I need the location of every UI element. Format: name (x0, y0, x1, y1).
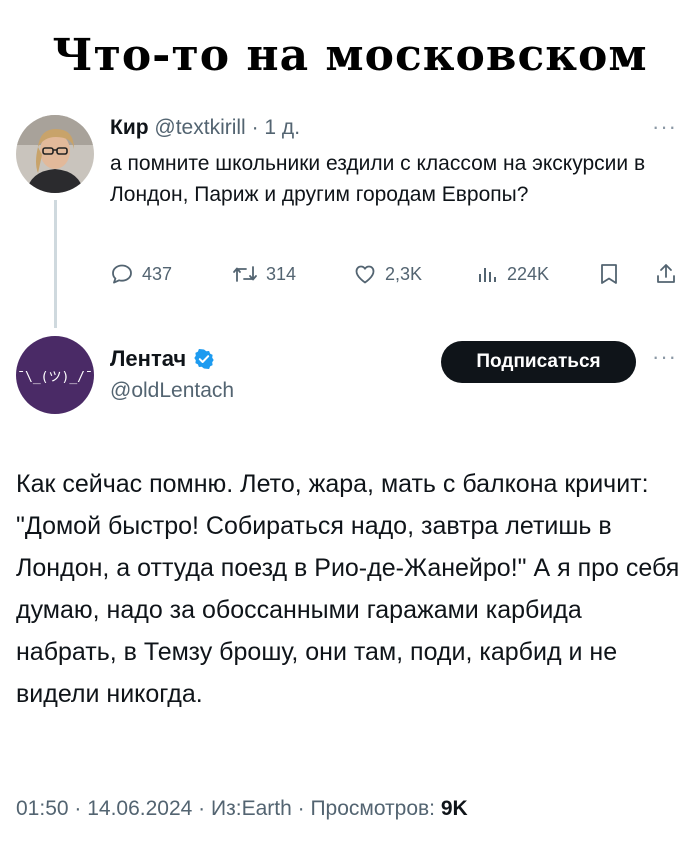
retweet-count: 314 (266, 263, 297, 284)
tweet2-handle[interactable]: @oldLentach (110, 379, 234, 403)
tweet2-date[interactable]: 14.06.2024 (87, 797, 192, 820)
bookmark-button[interactable] (598, 262, 620, 286)
tweet2-views-count: 9K (440, 797, 468, 820)
meta-separator: · (68, 797, 88, 820)
meta-separator: · (291, 797, 311, 820)
follow-button[interactable]: Подписаться (441, 341, 636, 383)
tweet1-handle[interactable]: @textkirill (154, 116, 245, 139)
avatar-photo (16, 115, 94, 193)
tweet1-author-name[interactable]: Кир (110, 116, 149, 139)
tweet2-meta: 01:50 · 14.06.2024 · Из:Earth · Просмотр… (16, 797, 468, 821)
reply-icon (112, 264, 132, 284)
avatar-kir[interactable] (16, 115, 94, 193)
tweet1-header: Кир @textkirill · 1 д. (110, 116, 300, 140)
bookmark-icon (601, 264, 617, 284)
thread-line (54, 200, 57, 328)
tweet2-source: Из:Earth (211, 797, 292, 820)
verified-badge-icon (194, 349, 214, 369)
meme-title: Что-то на московском (52, 30, 648, 81)
tweet2-text: Как сейчас помню. Лето, жара, мать с бал… (16, 470, 680, 708)
reply-count: 437 (142, 263, 173, 284)
tweet1-time[interactable]: 1 д. (264, 116, 300, 139)
views-count: 224K (507, 263, 550, 284)
views-icon (479, 268, 496, 282)
share-icon (657, 264, 675, 283)
avatar-lentach[interactable]: ¯\_(ツ)_/¯ (16, 336, 94, 414)
retweet-icon (233, 266, 257, 282)
tweet2-time[interactable]: 01:50 (16, 797, 69, 820)
tweet1-actions: 437 314 2,3K 224K (110, 262, 680, 292)
reply-button[interactable]: 437 (110, 262, 172, 286)
like-count: 2,3K (385, 263, 423, 284)
like-icon (355, 265, 375, 284)
meta-separator: · (192, 797, 212, 820)
views-button[interactable]: 224K (477, 262, 549, 286)
more-icon[interactable]: ··· (652, 344, 677, 370)
more-icon[interactable]: ··· (652, 114, 677, 140)
tweet1-text: а помните школьники ездили с классом на … (110, 152, 646, 206)
tweet2-name-row: Лентач (110, 346, 215, 372)
tweet1-separator: · (251, 116, 259, 139)
retweet-button[interactable]: 314 (232, 262, 296, 286)
tweet2-views-label: Просмотров: (310, 797, 436, 820)
tweet2-author-name[interactable]: Лентач (110, 346, 186, 372)
like-button[interactable]: 2,3K (353, 262, 422, 286)
share-button[interactable] (654, 262, 678, 286)
